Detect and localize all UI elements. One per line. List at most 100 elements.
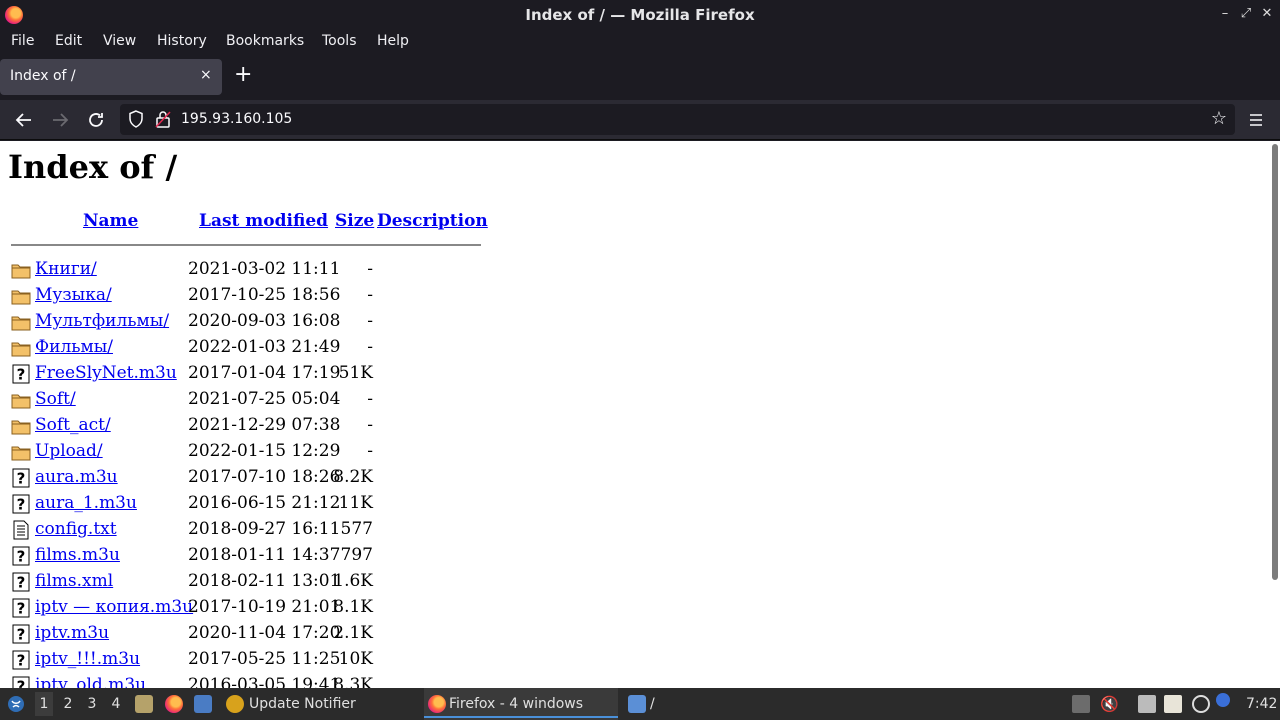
- forward-arrow-icon[interactable]: [48, 108, 72, 132]
- file-link[interactable]: Upload/: [35, 441, 103, 461]
- window-title: Index of / — Mozilla Firefox: [525, 6, 755, 24]
- file-link[interactable]: Soft/: [35, 389, 76, 409]
- table-row: Книги/2021-03-02 11:11 -: [0, 257, 500, 283]
- file-link[interactable]: config.txt: [35, 519, 117, 539]
- table-row: Музыка/2017-10-25 18:56 -: [0, 283, 500, 309]
- workspace-4[interactable]: 4: [107, 696, 125, 712]
- app-menu-icon[interactable]: [6, 693, 26, 719]
- file-link[interactable]: Музыка/: [35, 285, 112, 305]
- svg-text:?: ?: [17, 470, 26, 488]
- task-label: Firefox - 4 windows: [449, 696, 584, 712]
- task-file-manager[interactable]: /: [625, 688, 685, 720]
- file-link[interactable]: Фильмы/: [35, 337, 113, 357]
- clipboard-tray-icon[interactable]: [1072, 695, 1090, 713]
- close-window-button[interactable]: ✕: [1258, 4, 1276, 24]
- file-modified: 2017-10-25 18:56: [188, 285, 341, 305]
- file-link[interactable]: films.m3u: [35, 545, 120, 565]
- workspace-3[interactable]: 3: [83, 696, 101, 712]
- files-launcher-icon[interactable]: [135, 695, 153, 713]
- unknown-file-icon: ?: [11, 494, 31, 514]
- file-link[interactable]: Мультфильмы/: [35, 311, 169, 331]
- svg-text:?: ?: [17, 366, 26, 384]
- file-size: 51K: [338, 363, 373, 383]
- url-bar[interactable]: 195.93.160.105 ☆: [120, 104, 1235, 135]
- svg-text:?: ?: [17, 600, 26, 618]
- workspace-2[interactable]: 2: [59, 696, 77, 712]
- task-update-notifier[interactable]: Update Notifier: [222, 688, 422, 720]
- svg-text:?: ?: [17, 626, 26, 644]
- file-link[interactable]: Soft_act/: [35, 415, 111, 435]
- file-link[interactable]: FreeSlyNet.m3u: [35, 363, 177, 383]
- unknown-file-icon: ?: [11, 468, 31, 488]
- notes-tray-icon[interactable]: [1164, 695, 1182, 713]
- file-link[interactable]: iptv_!!!.m3u: [35, 649, 140, 669]
- file-link[interactable]: iptv_old.m3u: [35, 675, 146, 688]
- window-titlebar: Index of / — Mozilla Firefox – ⤢ ✕: [0, 0, 1280, 29]
- folder-task-icon: [628, 695, 646, 713]
- updates-tray-icon[interactable]: [1216, 693, 1230, 707]
- vertical-scrollbar[interactable]: [1272, 144, 1278, 580]
- back-arrow-icon[interactable]: [12, 108, 36, 132]
- file-size: 2.1K: [333, 623, 373, 643]
- file-size: -: [367, 311, 373, 331]
- folder-icon: [11, 260, 31, 280]
- task-label: /: [650, 696, 655, 712]
- tab-close-icon[interactable]: ×: [200, 67, 212, 83]
- file-modified: 2022-01-03 21:49: [188, 337, 341, 357]
- insecure-lock-icon[interactable]: [155, 110, 171, 132]
- file-link[interactable]: iptv.m3u: [35, 623, 109, 643]
- folder-icon: [11, 312, 31, 332]
- active-task-indicator: [424, 716, 618, 718]
- clock[interactable]: 7:42: [1246, 696, 1277, 712]
- task-firefox[interactable]: Firefox - 4 windows: [424, 688, 618, 720]
- file-link[interactable]: aura.m3u: [35, 467, 118, 487]
- display-tray-icon[interactable]: [1138, 695, 1156, 713]
- file-size: 8.3K: [333, 675, 373, 688]
- table-row: ? iptv.m3u 2020-11-04 17:20 2.1K: [0, 621, 500, 647]
- column-description-link[interactable]: Description: [377, 211, 488, 231]
- menu-history[interactable]: History: [157, 33, 207, 49]
- mute-tray-icon[interactable]: 🔇: [1100, 695, 1119, 713]
- table-row: Фильмы/2022-01-03 21:49 -: [0, 335, 500, 361]
- terminal-launcher-icon[interactable]: [194, 695, 212, 713]
- file-modified: 2018-02-11 13:01: [188, 571, 341, 591]
- maximize-button[interactable]: ⤢: [1237, 4, 1255, 24]
- file-size: -: [367, 415, 373, 435]
- menu-view[interactable]: View: [103, 33, 136, 49]
- file-modified: 2022-01-15 12:29: [188, 441, 341, 461]
- file-link[interactable]: Книги/: [35, 259, 97, 279]
- tab-title: Index of /: [10, 68, 76, 84]
- url-text[interactable]: 195.93.160.105: [181, 111, 292, 127]
- menu-help[interactable]: Help: [377, 33, 409, 49]
- minimize-button[interactable]: –: [1216, 4, 1234, 24]
- new-tab-button[interactable]: +: [234, 64, 252, 86]
- hamburger-menu-icon[interactable]: [1244, 108, 1268, 132]
- file-link[interactable]: films.xml: [35, 571, 113, 591]
- workspace-1[interactable]: 1: [35, 692, 53, 716]
- bookmark-star-icon[interactable]: ☆: [1211, 108, 1227, 129]
- firefox-launcher-icon[interactable]: [165, 695, 183, 713]
- file-modified: 2020-09-03 16:08: [188, 311, 341, 331]
- column-name-link[interactable]: Name: [83, 211, 138, 231]
- menu-tools[interactable]: Tools: [322, 33, 357, 49]
- column-last-modified-link[interactable]: Last modified: [199, 211, 328, 231]
- network-tray-icon[interactable]: [1192, 695, 1210, 713]
- table-row: ? FreeSlyNet.m3u 2017-01-04 17:19 51K: [0, 361, 500, 387]
- menu-file[interactable]: File: [11, 33, 34, 49]
- column-size-link[interactable]: Size: [335, 211, 374, 231]
- table-row: config.txt 2018-09-27 16:11 577: [0, 517, 500, 543]
- tab-index[interactable]: Index of / ×: [0, 59, 222, 95]
- menubar: File Edit View History Bookmarks Tools H…: [0, 29, 1280, 54]
- table-row: Мультфильмы/2020-09-03 16:08 -: [0, 309, 500, 335]
- folder-icon: [11, 390, 31, 410]
- tracking-protection-shield-icon[interactable]: [128, 110, 144, 132]
- file-modified: 2017-01-04 17:19: [188, 363, 341, 383]
- file-link[interactable]: aura_1.m3u: [35, 493, 137, 513]
- file-modified: 2020-11-04 17:20: [188, 623, 341, 643]
- menu-bookmarks[interactable]: Bookmarks: [226, 33, 304, 49]
- reload-icon[interactable]: [84, 108, 108, 132]
- menu-edit[interactable]: Edit: [55, 33, 82, 49]
- folder-icon: [11, 286, 31, 306]
- file-link[interactable]: iptv — копия.m3u: [35, 597, 193, 617]
- svg-text:?: ?: [17, 496, 26, 514]
